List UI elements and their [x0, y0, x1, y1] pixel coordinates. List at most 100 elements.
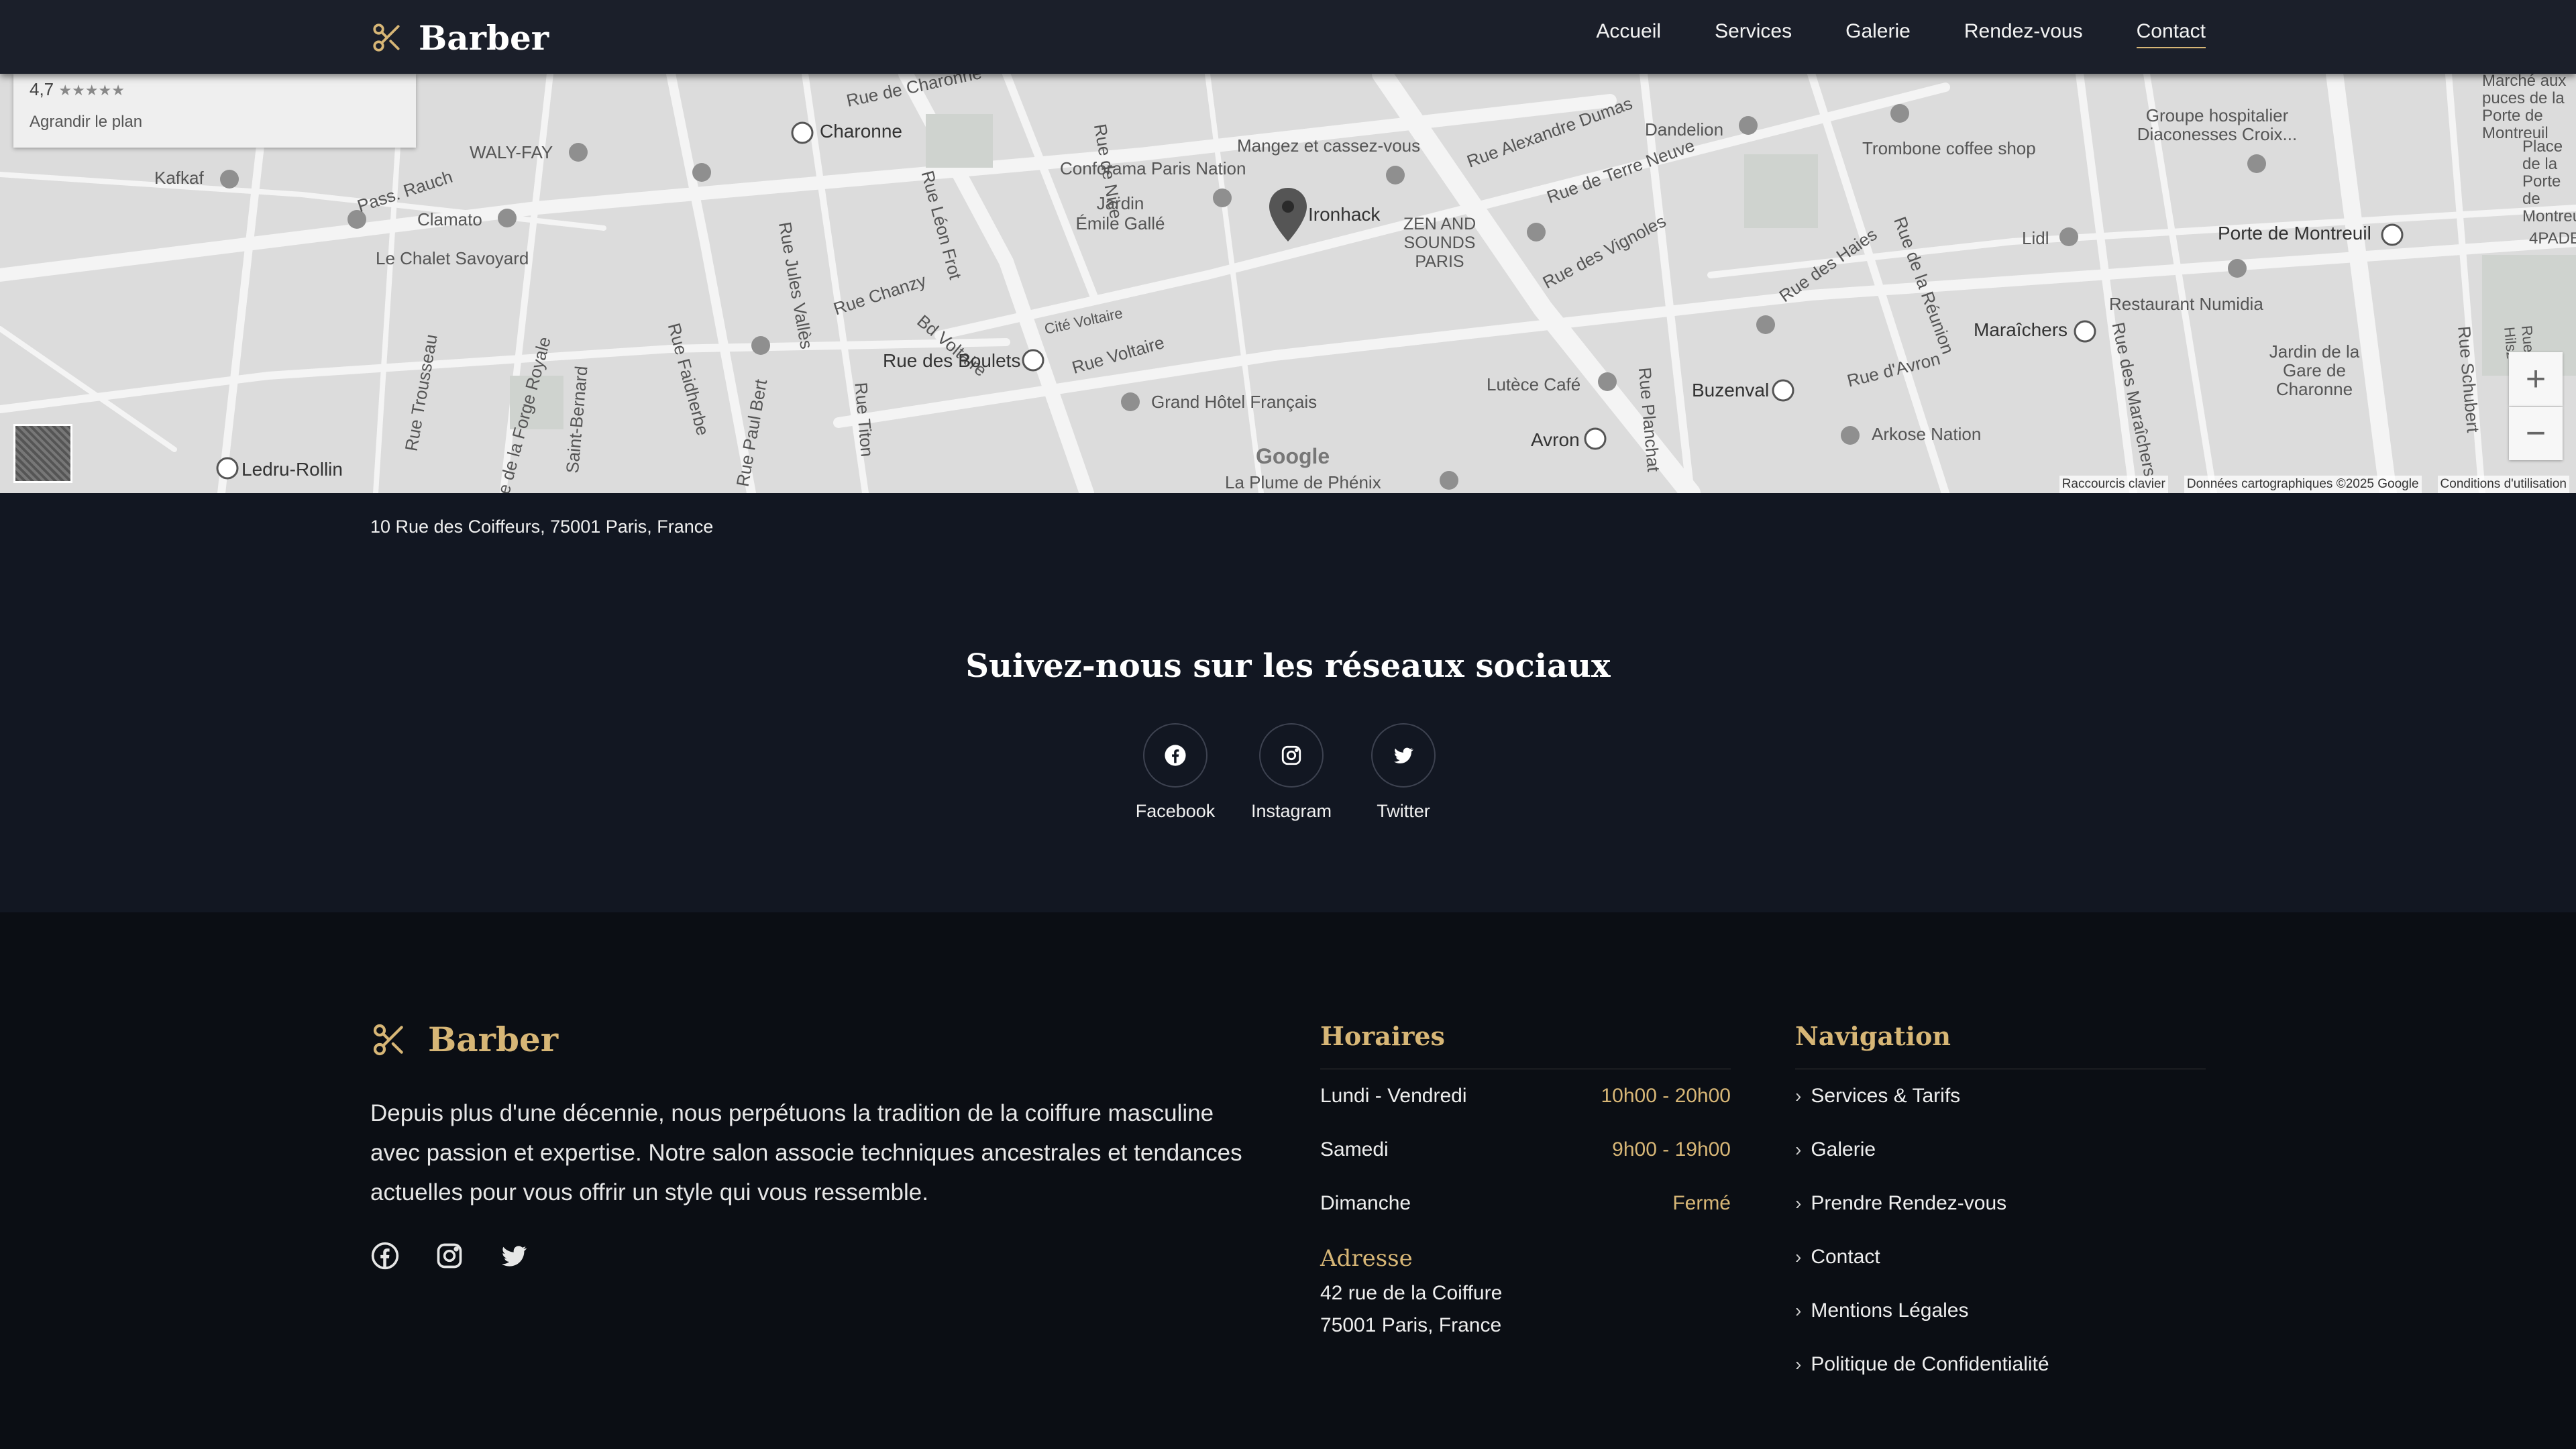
footer-link-label: Prendre Rendez-vous: [1811, 1192, 2007, 1214]
map-label: Rue de Charonne: [845, 74, 984, 111]
hours-day: Samedi: [1320, 1138, 1389, 1161]
scissors-icon: [373, 23, 400, 52]
map-label: Buzenval: [1692, 380, 1770, 400]
footer-link-privacy[interactable]: › Politique de Confidentialité: [1795, 1338, 2206, 1391]
chevron-right-icon: ›: [1795, 1300, 1802, 1321]
map-label: Rue Jules Vallès: [774, 220, 817, 351]
map-label: Rue Chanzy: [830, 270, 929, 319]
footer-hours: Horaires Lundi - Vendredi 10h00 - 20h00 …: [1320, 1021, 1731, 1342]
footer-brand-name: Barber: [428, 1020, 559, 1059]
map-label: Maraîchers: [1974, 319, 2068, 340]
hours-row: Lundi - Vendredi 10h00 - 20h00: [1320, 1069, 1731, 1123]
footer-link-galerie[interactable]: › Galerie: [1795, 1123, 2206, 1177]
address-line: 42 rue de la Coiffure: [1320, 1282, 1503, 1304]
map-label: Clamato: [417, 209, 482, 229]
footer-link-services[interactable]: › Services & Tarifs: [1795, 1069, 2206, 1123]
map-label: Groupe hospitalier Diaconesses Croix...: [2137, 105, 2298, 144]
map-label: Restaurant Numidia: [2109, 294, 2263, 314]
map-label: 4PADEL: [2529, 229, 2576, 248]
footer-link-label: Services & Tarifs: [1811, 1085, 1961, 1107]
footer-link-mentions[interactable]: › Mentions Légales: [1795, 1284, 2206, 1338]
map-label: Grand Hôtel Français: [1151, 392, 1318, 412]
marker-label: Ironhack: [1308, 204, 1381, 225]
map-label: Trombone coffee shop: [1862, 138, 2036, 158]
nav-rendez-vous[interactable]: Rendez-vous: [1964, 20, 2083, 48]
facebook-icon[interactable]: [1143, 723, 1208, 788]
twitter-label: Twitter: [1377, 801, 1430, 821]
footer-brand[interactable]: Barber: [370, 1020, 558, 1059]
map-label: ZEN AND SOUNDS PARIS: [1403, 215, 1477, 271]
hours-day: Dimanche: [1320, 1192, 1411, 1214]
map-label: Mangez et cassez-vous: [1237, 136, 1421, 156]
social-twitter[interactable]: Twitter: [1343, 723, 1464, 822]
map-label: Cité Voltaire: [1042, 304, 1124, 338]
facebook-label: Facebook: [1135, 801, 1216, 821]
map-label: Rue Faidherbe: [663, 321, 714, 438]
footer-link-contact[interactable]: › Contact: [1795, 1230, 2206, 1284]
map-label: Rue des Maraîchers: [2108, 320, 2161, 479]
instagram-icon[interactable]: [435, 1241, 464, 1271]
map-label: Jardin Émile Gallé: [1075, 193, 1165, 233]
twitter-icon[interactable]: [499, 1241, 529, 1271]
map-label: Place de la Porte de Montreuil: [2522, 138, 2576, 225]
chevron-right-icon: ›: [1795, 1354, 1802, 1375]
hours-row: Dimanche Fermé: [1320, 1177, 1731, 1230]
keyboard-shortcuts-link[interactable]: Raccourcis clavier: [2059, 476, 2168, 493]
social-facebook[interactable]: Facebook: [1115, 723, 1236, 822]
facebook-icon[interactable]: [370, 1241, 400, 1271]
map-label: Arkose Nation: [1872, 424, 1982, 444]
social-links: Facebook Instagram Twitter: [0, 723, 2576, 830]
footer-link-label: Mentions Légales: [1811, 1299, 1969, 1322]
footer-link-rendez-vous[interactable]: › Prendre Rendez-vous: [1795, 1177, 2206, 1230]
map-footer: Raccourcis clavier Données cartographiqu…: [2043, 476, 2569, 493]
map-label: La Plume de Phénix: [1225, 472, 1381, 492]
address-line: 75001 Paris, France: [1320, 1314, 1502, 1336]
map-label: Rue Planchat: [1634, 366, 1664, 473]
address-title: Adresse: [1320, 1245, 1413, 1272]
salon-address: 10 Rue des Coiffeurs, 75001 Paris, Franc…: [370, 517, 714, 537]
map-label: Rue de la Réunion: [1890, 213, 1959, 357]
nav-contact[interactable]: Contact: [2136, 20, 2206, 48]
instagram-icon[interactable]: [1259, 723, 1324, 788]
footer-description: Depuis plus d'une décennie, nous perpétu…: [370, 1100, 1242, 1205]
brand-logo[interactable]: Barber: [370, 17, 549, 58]
hours-title: Horaires: [1320, 1021, 1731, 1069]
map-label: Ledru-Rollin: [241, 459, 343, 480]
map-label: Conforama Paris Nation: [1060, 158, 1246, 178]
brand-name: Barber: [419, 17, 549, 58]
hours-row: Samedi 9h00 - 19h00: [1320, 1123, 1731, 1177]
satellite-toggle[interactable]: [13, 424, 72, 483]
map-label: Avron: [1531, 429, 1580, 450]
google-logo: Google: [1256, 444, 1330, 468]
social-title: Suivez-nous sur les réseaux sociaux: [965, 647, 1611, 685]
map-label: Rue Trousseau: [400, 332, 441, 453]
map-label: Kafkaf: [154, 168, 204, 188]
nav-services[interactable]: Services: [1715, 20, 1792, 48]
map-label: Rue Titon: [851, 381, 877, 458]
google-map[interactable]: Rue de Charonne Charonne WALY-FAY Kafkaf…: [0, 74, 2576, 493]
map-label: Saint-Bernard: [561, 365, 592, 474]
twitter-icon[interactable]: [1371, 723, 1436, 788]
hours-time: 10h00 - 20h00: [1601, 1085, 1731, 1107]
nav-accueil[interactable]: Accueil: [1596, 20, 1661, 48]
nav-galerie[interactable]: Galerie: [1845, 20, 1911, 48]
footer-link-label: Galerie: [1811, 1138, 1876, 1161]
map-label: Rue de Terre Neuve: [1544, 135, 1698, 207]
zoom-out-button[interactable]: −: [2509, 407, 2563, 460]
zoom-in-button[interactable]: +: [2509, 352, 2563, 406]
social-instagram[interactable]: Instagram: [1231, 723, 1352, 822]
map-label: Dandelion: [1645, 119, 1724, 140]
map-place-card: 4,7 ★★★★★ Agrandir le plan: [13, 74, 416, 148]
map-label: Rue des Haies: [1775, 223, 1881, 307]
enlarge-map-link[interactable]: Agrandir le plan: [30, 113, 142, 131]
footer-link-label: Politique de Confidentialité: [1811, 1353, 2049, 1375]
map-label: Rue d'Avron: [1845, 348, 1943, 391]
map-label: Rue de la Forge Royale: [487, 334, 555, 493]
chevron-right-icon: ›: [1795, 1246, 1802, 1267]
navigation-title: Navigation: [1795, 1021, 2206, 1069]
map-label: Rue Paul Bert: [732, 378, 771, 488]
terms-link[interactable]: Conditions d'utilisation: [2437, 476, 2569, 493]
place-rating: 4,7 ★★★★★: [30, 79, 125, 100]
rating-stars: ★★★★★: [58, 82, 125, 99]
hours-time: 9h00 - 19h00: [1612, 1138, 1731, 1161]
